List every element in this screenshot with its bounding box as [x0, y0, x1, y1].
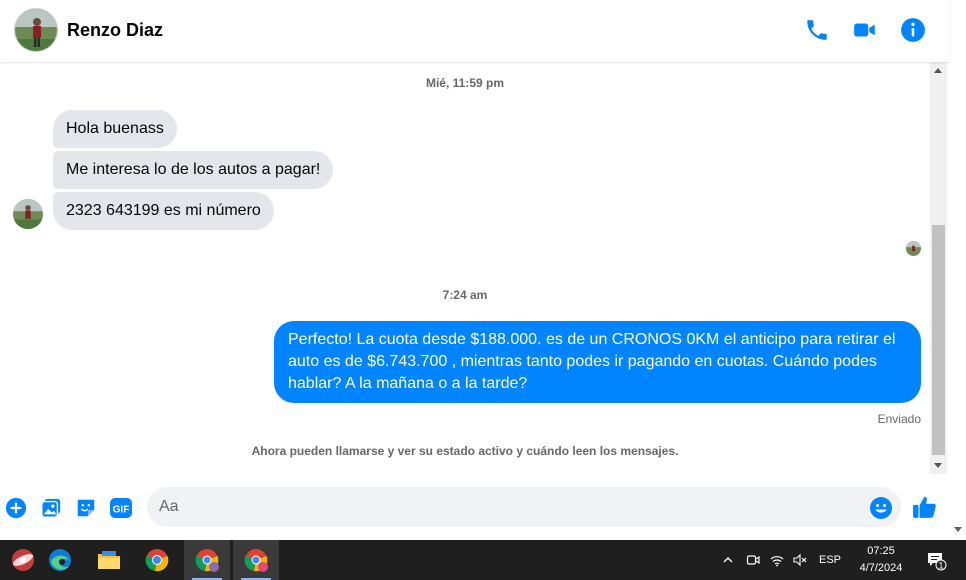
message-status: Enviado	[877, 412, 921, 426]
edge-icon[interactable]	[37, 540, 83, 580]
timestamp: 7:24 am	[442, 288, 488, 302]
page-scrollbar[interactable]	[950, 0, 966, 540]
sender-avatar[interactable]	[13, 199, 43, 229]
plus-icon[interactable]	[5, 497, 27, 519]
contact-avatar[interactable]	[14, 8, 58, 52]
contact-name[interactable]: Renzo Diaz	[67, 20, 163, 41]
file-explorer-icon[interactable]	[86, 540, 132, 580]
gif-icon[interactable]: GIF	[109, 497, 133, 519]
taskbar: ESP 07:25 4/7/2024 1	[0, 540, 966, 580]
composer: GIF	[0, 476, 950, 540]
message-list: Mié, 11:59 pm Hola buenass Me interesa l…	[0, 62, 930, 474]
messenger-window: Renzo Diaz Mié, 11:59 pm Hola buenass Me…	[0, 0, 966, 580]
image-icon[interactable]	[40, 497, 62, 519]
incoming-message[interactable]: 2323 643199 es mi número	[53, 192, 274, 230]
like-icon[interactable]	[912, 494, 938, 520]
info-icon[interactable]	[900, 17, 926, 43]
phone-icon[interactable]	[804, 17, 830, 43]
chat-header: Renzo Diaz	[0, 0, 950, 62]
gif-label: GIF	[113, 505, 130, 516]
scroll-up-arrow-icon[interactable]	[934, 68, 942, 73]
chevron-up-icon[interactable]	[717, 540, 739, 580]
message-input[interactable]	[147, 487, 901, 527]
incoming-message[interactable]: Me interesa lo de los autos a pagar!	[53, 151, 334, 189]
video-icon[interactable]	[852, 17, 878, 43]
info-notice: Ahora pueden llamarse y ver su estado ac…	[251, 444, 679, 458]
chrome-profile-c-icon[interactable]	[233, 540, 279, 580]
wifi-icon[interactable]	[766, 540, 788, 580]
notification-count: 1	[938, 561, 943, 571]
page-scroll-down-icon[interactable]	[954, 527, 962, 532]
volume-muted-icon[interactable]	[789, 540, 811, 580]
system-clock[interactable]: 07:25 4/7/2024	[848, 543, 914, 577]
clock-time: 07:25	[867, 545, 895, 557]
chrome-profile-icon[interactable]	[184, 540, 230, 580]
meet-now-icon[interactable]	[742, 540, 764, 580]
language-indicator[interactable]: ESP	[815, 540, 845, 580]
chat-scrollbar[interactable]	[930, 62, 947, 474]
sticker-icon[interactable]	[75, 497, 97, 519]
chrome-icon[interactable]	[134, 540, 180, 580]
incoming-message[interactable]: Hola buenass	[53, 110, 177, 148]
read-receipt-avatar	[906, 241, 921, 256]
emoji-icon[interactable]	[869, 496, 893, 520]
scroll-down-arrow-icon[interactable]	[934, 463, 942, 468]
scroll-thumb[interactable]	[932, 225, 945, 455]
notification-icon[interactable]: 1	[921, 540, 951, 580]
outgoing-message[interactable]: Perfecto! La cuota desde $188.000. es de…	[274, 321, 921, 403]
timestamp: Mié, 11:59 pm	[425, 76, 505, 90]
clock-date: 4/7/2024	[859, 562, 903, 574]
